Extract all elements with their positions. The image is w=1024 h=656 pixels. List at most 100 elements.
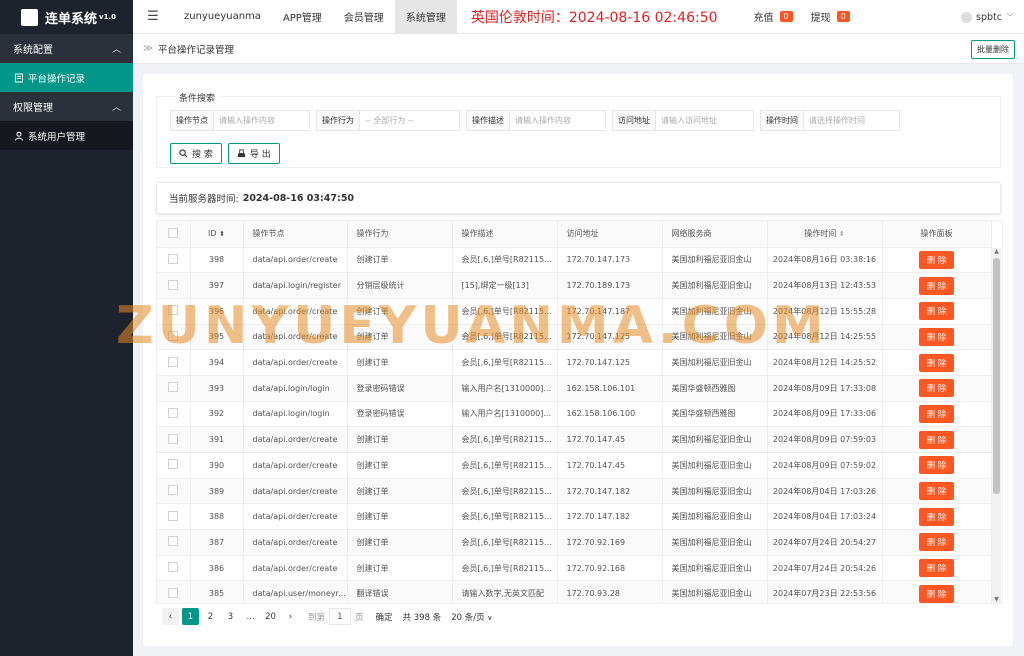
delete-button[interactable]: 删 除 <box>918 482 955 501</box>
search-icon <box>179 149 188 158</box>
delete-button[interactable]: 删 除 <box>918 456 955 475</box>
row-checkbox[interactable] <box>157 426 191 453</box>
select-all-checkbox[interactable] <box>157 221 191 248</box>
column-header-id[interactable]: ID ⬍ <box>190 221 244 248</box>
cell-description: 请输入数字,无英文匹配 <box>452 580 558 603</box>
time-input[interactable]: 请选择操作时间 <box>804 110 900 131</box>
address-input[interactable]: 请输入访问地址 <box>656 110 754 131</box>
row-checkbox[interactable] <box>157 529 191 556</box>
avatar <box>961 11 973 23</box>
page-unit: 页 <box>355 612 364 623</box>
action-select[interactable]: -- 全部行为 -- <box>360 110 460 131</box>
scroll-down-icon[interactable]: ▼ <box>992 596 1001 603</box>
row-checkbox[interactable] <box>157 401 191 428</box>
delete-button[interactable]: 删 除 <box>918 276 955 295</box>
cell-description: 会员[,6,]单号[R82115... <box>452 478 558 505</box>
log-table: ID ⬍ 操作节点 操作行为 操作描述 访问地址 网络服务商 操作时间 ⬍ 操作… <box>156 220 1003 604</box>
per-page-select[interactable]: 20 条/页 ∨ <box>451 611 492 623</box>
page-3[interactable]: 3 <box>222 608 239 625</box>
row-checkbox[interactable] <box>157 247 191 274</box>
delete-button[interactable]: 删 除 <box>918 430 955 449</box>
delete-button[interactable]: 删 除 <box>918 302 955 321</box>
sort-icon[interactable]: ⬍ <box>839 230 845 238</box>
row-checkbox[interactable] <box>157 478 191 505</box>
cell-action: 登录密码错误 <box>347 375 453 402</box>
table-scrollbar[interactable]: ▲ ▼ <box>992 248 1001 603</box>
goto-page-input[interactable]: 1 <box>329 608 352 625</box>
cell-address: 172.70.93.28 <box>557 580 663 603</box>
scrollbar-thumb[interactable] <box>993 258 1000 494</box>
sidebar-group-system-config[interactable]: 系统配置 ︿ <box>0 34 133 63</box>
column-header-action: 操作行为 <box>347 221 453 248</box>
cell-isp: 美国加利福尼亚旧金山 <box>662 324 768 351</box>
bulk-delete-button[interactable]: 批量删除 <box>971 40 1015 59</box>
sort-icon[interactable]: ⬍ <box>219 230 225 238</box>
page-2[interactable]: 2 <box>202 608 219 625</box>
search-actions: 搜 索 导 出 <box>170 143 286 164</box>
cell-description: 会员[,6,]单号[R82115... <box>452 298 558 325</box>
cell-address: 162.158.106.100 <box>557 401 663 428</box>
scroll-up-icon[interactable]: ▲ <box>992 248 1001 255</box>
cell-id: 392 <box>190 401 244 428</box>
cell-time: 2024年08月12日 14:25:55 <box>767 324 883 351</box>
goto-confirm-button[interactable]: 确定 <box>376 611 393 623</box>
sidebar-item-operation-log[interactable]: 平台操作记录 <box>0 63 133 92</box>
cell-isp: 美国加利福尼亚旧金山 <box>662 478 768 505</box>
row-checkbox[interactable] <box>157 298 191 325</box>
delete-button[interactable]: 删 除 <box>918 559 955 578</box>
chevron-down-icon: ﹀ <box>1006 12 1014 22</box>
row-checkbox[interactable] <box>157 272 191 299</box>
filter-label: 操作描述 <box>466 110 510 131</box>
page-last[interactable]: 20 <box>262 608 279 625</box>
cell-node: data/api.order/create <box>243 503 348 531</box>
column-header-panel: 操作面板 <box>882 221 992 248</box>
cell-description: 会员[,6,]单号[R82115... <box>452 349 558 376</box>
row-checkbox[interactable] <box>157 324 191 351</box>
nav-tab-member-management[interactable]: 会员管理 <box>333 0 395 34</box>
export-button[interactable]: 导 出 <box>227 143 280 164</box>
row-checkbox[interactable] <box>157 555 191 582</box>
london-time-clock: 英国伦敦时间：2024-08-16 02:46:50 <box>470 9 718 26</box>
row-checkbox[interactable] <box>157 375 191 402</box>
table-row: 389 data/api.order/create 创建订单 会员[,6,]单号[R8… <box>157 478 992 505</box>
cell-address: 162.158.106.101 <box>557 375 663 402</box>
delete-cell: 删 除 <box>882 555 992 582</box>
description-input[interactable]: 请输入操作内容 <box>510 110 606 131</box>
menu-toggle-icon[interactable]: ☰ <box>133 9 173 24</box>
app-logo[interactable]: 连单系统 v1.0 <box>0 0 133 34</box>
delete-button[interactable]: 删 除 <box>918 353 955 372</box>
cell-node: data/api.order/create <box>243 555 348 582</box>
cell-time: 2024年07月24日 20:54:27 <box>767 529 883 556</box>
row-checkbox[interactable] <box>157 452 191 479</box>
cell-description: 会员[,6,]单号[R82115... <box>452 426 558 453</box>
recharge-button[interactable]: 充值 0 <box>754 9 793 24</box>
cell-time: 2024年08月09日 17:33:06 <box>767 401 883 428</box>
sidebar-group-permissions[interactable]: 权限管理 ︿ <box>0 92 133 121</box>
row-checkbox[interactable] <box>157 349 191 376</box>
chevron-up-icon: ︿ <box>111 45 121 55</box>
row-checkbox[interactable] <box>157 503 191 531</box>
nav-tab-zunyueyuanma[interactable]: zunyueyuanma <box>173 0 272 34</box>
delete-button[interactable]: 删 除 <box>918 507 955 526</box>
page-1[interactable]: 1 <box>182 608 199 625</box>
sidebar-item-system-users[interactable]: 系统用户管理 <box>0 121 133 150</box>
cell-action: 创建订单 <box>347 478 453 505</box>
delete-button[interactable]: 删 除 <box>918 250 955 269</box>
cell-action: 创建订单 <box>347 298 453 325</box>
column-header-time[interactable]: 操作时间 ⬍ <box>767 221 883 248</box>
row-checkbox[interactable] <box>157 580 191 603</box>
delete-button[interactable]: 删 除 <box>918 379 955 398</box>
delete-button[interactable]: 删 除 <box>918 404 955 423</box>
delete-button[interactable]: 删 除 <box>918 584 955 603</box>
cell-id: 398 <box>190 247 244 274</box>
nav-tab-system-management[interactable]: 系统管理 <box>394 0 457 34</box>
delete-button[interactable]: 删 除 <box>918 533 955 552</box>
prev-page-icon[interactable]: ‹ <box>162 608 179 625</box>
user-menu[interactable]: spbtc ﹀ <box>961 0 1014 34</box>
withdraw-button[interactable]: 提现 0 <box>811 9 850 24</box>
node-input[interactable]: 请输入操作内容 <box>214 110 310 131</box>
delete-button[interactable]: 删 除 <box>918 327 955 346</box>
next-page-icon[interactable]: › <box>282 608 299 625</box>
nav-tab-app-management[interactable]: APP管理 <box>272 0 333 34</box>
search-button[interactable]: 搜 索 <box>170 143 222 164</box>
